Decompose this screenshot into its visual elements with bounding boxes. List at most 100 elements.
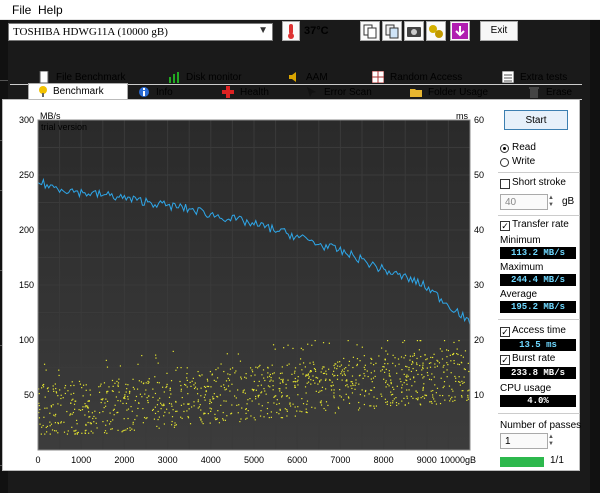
access-point xyxy=(52,388,54,390)
access-point xyxy=(102,420,104,423)
exit-button[interactable]: Exit xyxy=(480,21,518,41)
access-point xyxy=(286,409,288,411)
tab-disk-monitor[interactable]: Disk monitor xyxy=(168,70,278,85)
access-point xyxy=(62,397,64,399)
access-point xyxy=(351,387,353,390)
drive-select[interactable]: TOSHIBA HDWG11A (10000 gB) ▼ xyxy=(8,23,273,41)
access-point xyxy=(281,396,283,398)
access-point xyxy=(434,366,436,368)
passes-input[interactable]: 1 xyxy=(500,433,548,449)
access-point xyxy=(300,347,302,349)
access-point xyxy=(258,394,260,396)
access-point xyxy=(334,412,336,414)
access-point xyxy=(406,383,408,385)
access-point xyxy=(121,431,123,433)
access-point xyxy=(323,407,325,410)
access-point xyxy=(63,421,65,423)
access-point xyxy=(311,344,313,346)
access-point xyxy=(253,417,255,419)
access-point xyxy=(249,367,252,369)
menu-help[interactable]: Help xyxy=(38,3,63,17)
options-button[interactable] xyxy=(426,21,446,41)
tab-random-access[interactable]: Random Access xyxy=(371,70,492,85)
tab-extra-tests[interactable]: Extra tests xyxy=(501,70,582,85)
download-button[interactable] xyxy=(450,21,470,41)
tab-error-scan[interactable]: Error Scan xyxy=(306,85,396,100)
access-point xyxy=(223,384,225,386)
access-point xyxy=(401,387,403,389)
access-point xyxy=(64,392,66,395)
tab-health[interactable]: Health xyxy=(222,85,302,100)
x-tick: 8000 xyxy=(374,455,394,465)
access-point xyxy=(436,387,439,389)
write-radio[interactable] xyxy=(500,158,509,167)
access-point xyxy=(294,377,296,380)
access-point xyxy=(193,405,195,407)
tab-info[interactable]: Info xyxy=(138,85,218,100)
transfer-rate-checkbox[interactable]: ✓ xyxy=(500,221,510,231)
access-point xyxy=(270,416,272,418)
access-point xyxy=(213,393,215,395)
camera-button[interactable] xyxy=(404,21,424,41)
start-button[interactable]: Start xyxy=(504,110,568,130)
access-point xyxy=(196,393,199,395)
short-stroke-checkbox[interactable] xyxy=(500,179,510,189)
access-point xyxy=(166,385,168,387)
access-point xyxy=(57,395,59,397)
access-point xyxy=(76,433,78,435)
tab-benchmark[interactable]: Benchmark xyxy=(28,83,128,100)
access-point xyxy=(422,388,424,390)
access-point xyxy=(294,386,297,388)
access-point xyxy=(169,389,171,391)
access-point xyxy=(420,397,422,399)
read-label: Read xyxy=(512,142,536,153)
copy-button[interactable] xyxy=(360,21,380,41)
access-point xyxy=(304,366,306,368)
access-point xyxy=(432,389,434,392)
access-point xyxy=(314,368,316,371)
access-point xyxy=(453,341,455,344)
spinner-icon[interactable]: ▲ ▼ xyxy=(548,195,554,209)
access-time-checkbox[interactable]: ✓ xyxy=(500,327,510,337)
access-point xyxy=(42,386,45,388)
access-point xyxy=(260,392,262,394)
access-point xyxy=(154,406,156,408)
access-point xyxy=(73,430,75,432)
access-point xyxy=(203,396,206,398)
menu-file[interactable]: File xyxy=(12,3,31,17)
access-point xyxy=(226,353,228,355)
access-point xyxy=(74,430,76,432)
tab-folder-usage[interactable]: Folder Usage xyxy=(410,85,510,100)
access-point xyxy=(129,429,131,432)
access-point xyxy=(289,405,292,407)
access-point xyxy=(343,371,345,373)
access-point xyxy=(330,385,332,387)
access-point xyxy=(100,383,102,385)
access-point xyxy=(224,389,226,391)
short-stroke-input[interactable]: 40 xyxy=(500,194,548,210)
access-point xyxy=(214,413,216,415)
tab-erase[interactable]: Erase xyxy=(528,85,582,100)
access-point xyxy=(157,418,159,421)
access-point xyxy=(267,372,269,374)
menu-bar: File Help xyxy=(0,0,600,20)
save-copy-button[interactable] xyxy=(382,21,402,41)
access-point xyxy=(171,405,173,407)
access-point xyxy=(318,381,321,383)
tab-aam[interactable]: AAM xyxy=(288,70,358,85)
access-point xyxy=(455,377,457,379)
access-point xyxy=(244,376,246,378)
access-point xyxy=(237,389,239,391)
access-point xyxy=(214,417,216,419)
read-radio[interactable] xyxy=(500,144,509,153)
spinner-icon[interactable]: ▲ ▼ xyxy=(548,434,554,448)
access-point xyxy=(237,353,239,355)
access-point xyxy=(138,380,140,382)
access-point xyxy=(273,372,275,374)
burst-rate-checkbox[interactable]: ✓ xyxy=(500,355,510,365)
access-point xyxy=(263,388,265,390)
access-point xyxy=(46,431,48,433)
access-point xyxy=(301,398,303,400)
access-point xyxy=(362,377,364,380)
access-point xyxy=(63,431,66,433)
